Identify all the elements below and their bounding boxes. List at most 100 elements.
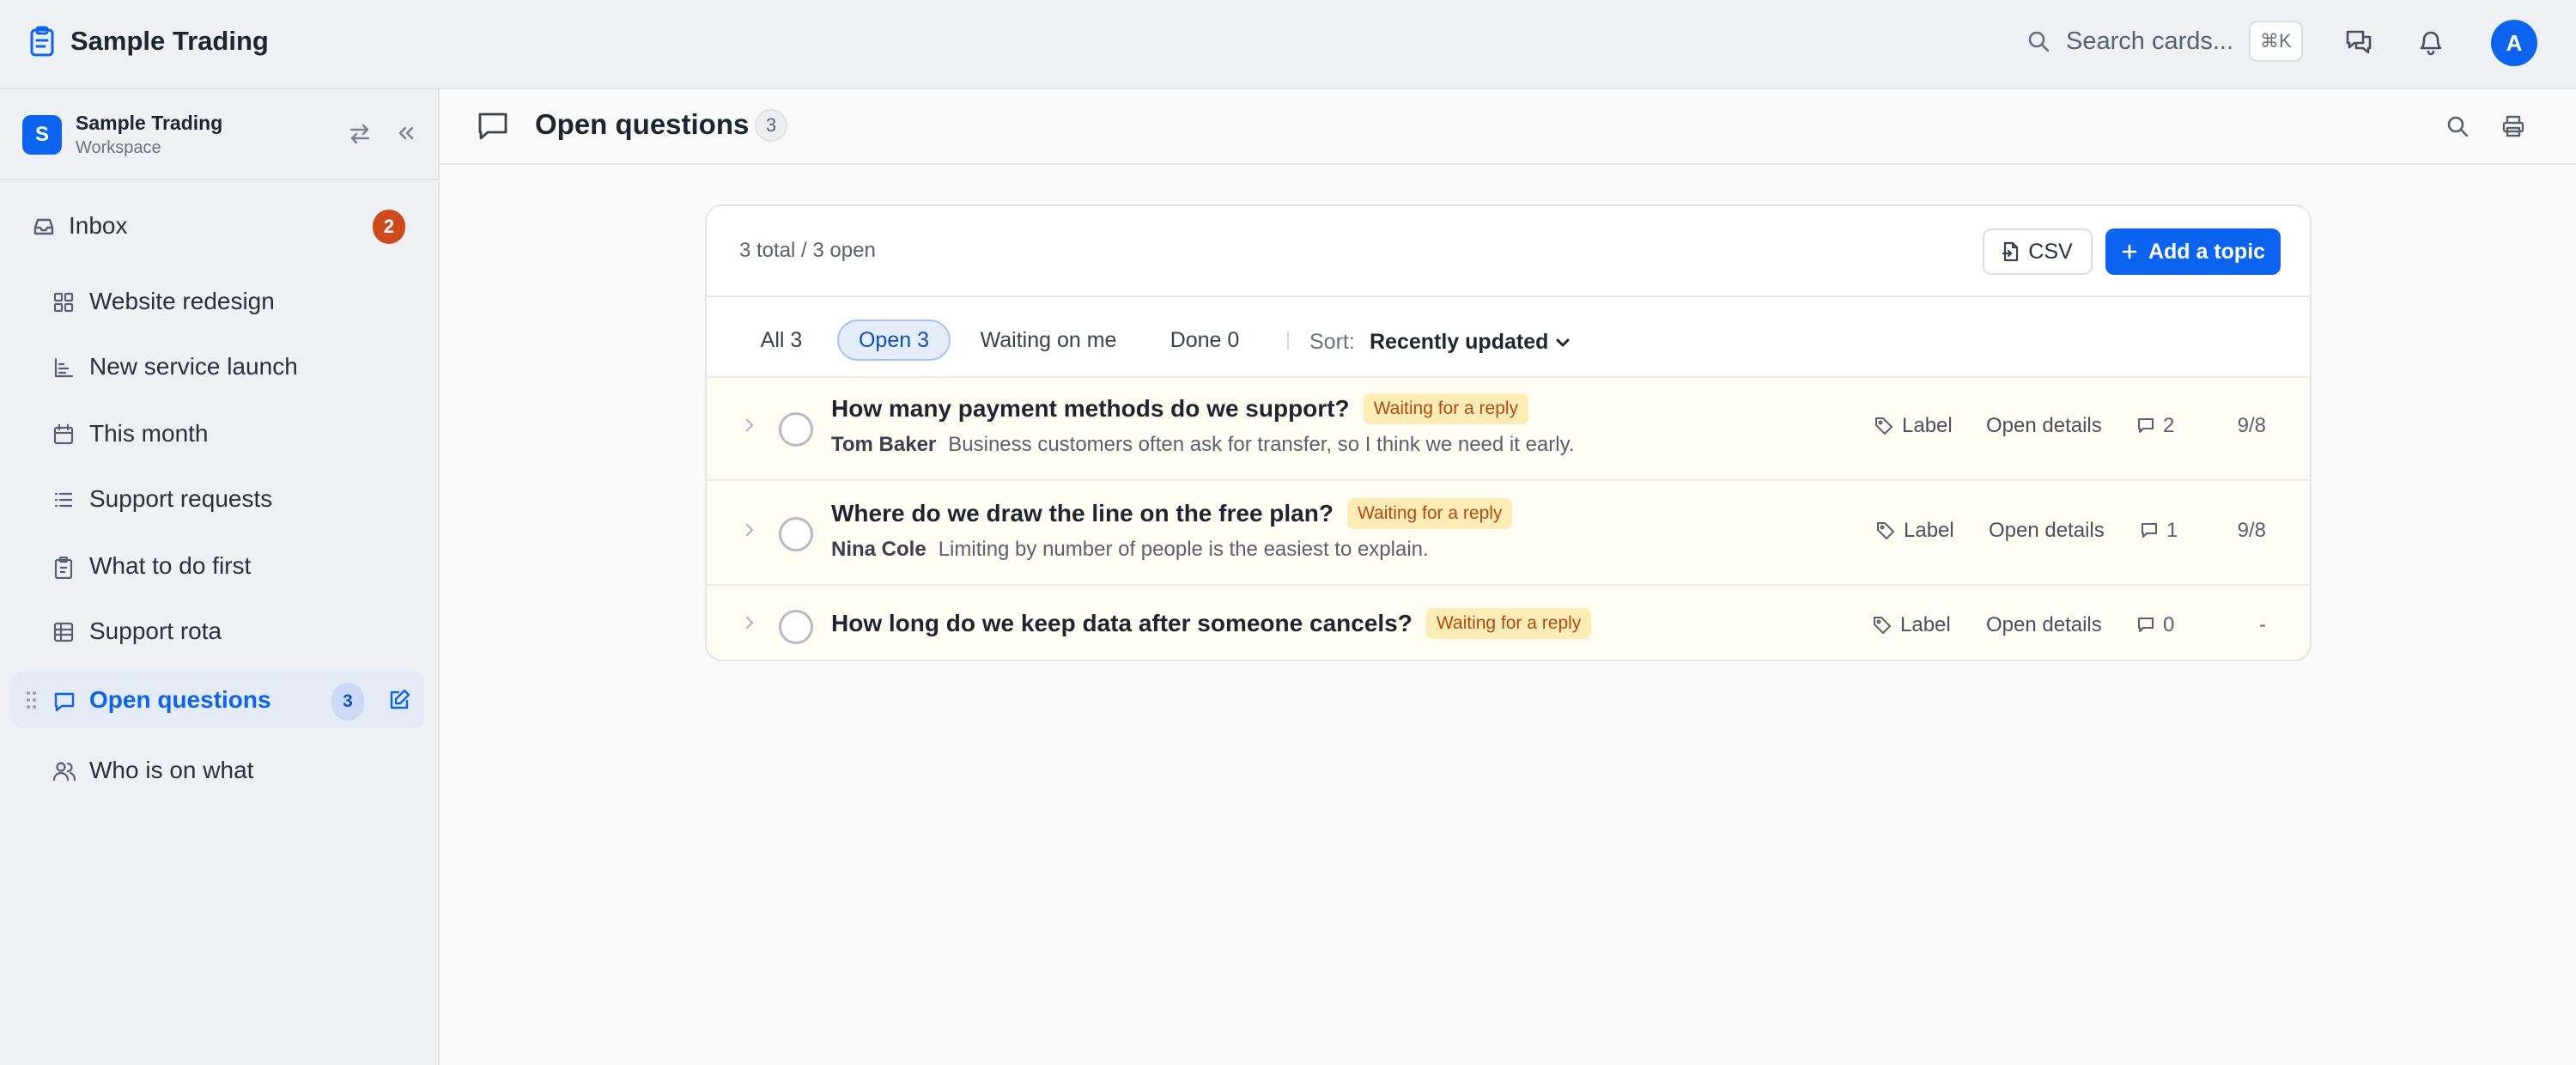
comment-count[interactable]: 1 (2141, 519, 2178, 543)
chevron-right-icon[interactable] (744, 615, 755, 630)
switch-workspace-icon[interactable] (349, 124, 371, 144)
bell-icon[interactable] (2417, 27, 2445, 57)
status-badge: Waiting for a reply (1425, 608, 1592, 639)
question-excerpt: Nina Cole Limiting by number of people is… (831, 538, 1429, 562)
label-button[interactable]: Label (1874, 414, 1953, 438)
author-name: Nina Cole (831, 538, 927, 561)
question-row[interactable]: How long do we keep data after someone c… (707, 584, 2310, 660)
sidebar-item-label: Inbox (69, 212, 128, 239)
sidebar-item-label: What to do first (89, 552, 252, 579)
sidebar-item-label: Support rota (89, 618, 222, 644)
app-brand[interactable]: Sample Trading (29, 26, 269, 57)
csv-export-button[interactable]: CSV (1983, 228, 2093, 275)
grid-icon (53, 292, 74, 313)
question-title[interactable]: Where do we draw the line on the free pl… (831, 500, 1334, 527)
status-badge: Waiting for a reply (1346, 498, 1513, 529)
clipboard-icon (29, 26, 55, 57)
search-icon (2026, 29, 2050, 53)
sidebar-item-label: Who is on what (89, 757, 254, 783)
messages-icon[interactable] (2344, 27, 2373, 57)
sidebar-item-label: Website redesign (89, 288, 275, 314)
open-details-link[interactable]: Open details (1986, 613, 2102, 637)
comment-count[interactable]: 0 (2137, 613, 2174, 637)
filter-tab-open[interactable]: Open 3 (837, 320, 951, 361)
search-bar[interactable]: Search cards... ⌘K (2026, 21, 2303, 62)
filter-tab-waiting-on-me[interactable]: Waiting on me (971, 320, 1126, 361)
sort-dropdown[interactable]: Recently updated (1370, 330, 1571, 355)
question-title[interactable]: How many payment methods do we support? (831, 395, 1350, 423)
author-name: Tom Baker (831, 433, 937, 456)
updated-date: 9/8 (2237, 519, 2266, 542)
tag-icon (1873, 616, 1892, 635)
resolve-checkbox[interactable] (779, 517, 813, 551)
users-icon (53, 761, 76, 782)
question-row[interactable]: Where do we draw the line on the free pl… (707, 479, 2310, 584)
sidebar: S Sample Trading Workspace Inbox 2 Websi… (0, 89, 440, 1065)
edit-icon[interactable] (388, 689, 410, 711)
sidebar-item-website-redesign[interactable]: Website redesign (12, 273, 424, 330)
filter-tab-done[interactable]: Done 0 (1145, 320, 1265, 361)
updated-date: - (2259, 613, 2266, 636)
label-button[interactable]: Label (1873, 613, 1951, 637)
open-questions-count-badge: 3 (331, 683, 364, 721)
workspace-switcher[interactable]: S Sample Trading Workspace (22, 112, 222, 158)
plus-icon (2121, 243, 2138, 260)
add-topic-button[interactable]: Add a topic (2105, 228, 2281, 275)
search-shortcut: ⌘K (2249, 21, 2303, 62)
calendar-icon (53, 424, 74, 445)
inbox-icon (33, 216, 55, 237)
comment-icon (2137, 417, 2154, 435)
search-icon[interactable] (2445, 114, 2470, 138)
sidebar-item-support-requests[interactable]: Support requests (12, 471, 424, 527)
resolve-checkbox[interactable] (779, 610, 813, 644)
sidebar-item-new-service-launch[interactable]: New service launch (12, 338, 424, 395)
collapse-sidebar-icon[interactable] (397, 124, 416, 143)
page-title: Open questions (535, 108, 750, 140)
open-details-link[interactable]: Open details (1989, 519, 2105, 543)
filter-tab-all[interactable]: All 3 (743, 320, 820, 361)
questions-card: 3 total / 3 open CSV Add a topic All 3 O… (705, 204, 2312, 661)
user-avatar[interactable]: A (2491, 20, 2537, 66)
list-icon (53, 490, 74, 510)
open-details-link[interactable]: Open details (1986, 414, 2102, 438)
comment-count[interactable]: 2 (2137, 414, 2174, 438)
top-bar: Sample Trading Search cards... ⌘K A (0, 0, 2576, 89)
label-text: Label (1902, 414, 1953, 437)
file-export-icon (2002, 241, 2020, 262)
print-icon[interactable] (2501, 114, 2525, 138)
sidebar-item-this-month[interactable]: This month (12, 405, 424, 462)
sidebar-item-open-questions[interactable]: Open questions 3 (12, 672, 424, 728)
comment-count-text: 1 (2166, 519, 2178, 542)
card-toolbar: 3 total / 3 open CSV Add a topic (707, 206, 2310, 297)
chat-icon (53, 691, 76, 713)
bar-chart-icon (53, 357, 74, 378)
sidebar-item-who-is-on-what[interactable]: Who is on what (12, 742, 424, 799)
page-count-badge: 3 (755, 109, 787, 142)
sidebar-item-label: This month (89, 420, 209, 447)
comment-icon (2141, 522, 2158, 539)
sort-label: Sort: (1309, 330, 1355, 354)
comment-count-text: 2 (2163, 414, 2175, 437)
sidebar-divider (0, 179, 438, 180)
clipboard-icon (53, 557, 74, 579)
chevron-down-icon (1555, 337, 1571, 349)
question-row[interactable]: How many payment methods do we support? … (707, 376, 2310, 479)
app-title: Sample Trading (70, 26, 269, 56)
question-title-line: Where do we draw the line on the free pl… (831, 498, 1513, 529)
sidebar-item-support-rota[interactable]: Support rota (12, 603, 424, 660)
resolve-checkbox[interactable] (779, 412, 813, 447)
inbox-count-badge: 2 (373, 210, 405, 244)
label-button[interactable]: Label (1876, 519, 1954, 543)
chevron-right-icon[interactable] (744, 417, 755, 433)
sidebar-item-inbox[interactable]: Inbox 2 (12, 198, 424, 254)
workspace-subtitle: Workspace (76, 138, 161, 157)
search-placeholder[interactable]: Search cards... (2066, 27, 2233, 56)
filter-separator (1287, 332, 1289, 350)
csv-label: CSV (2028, 239, 2073, 264)
chevron-right-icon[interactable] (744, 522, 755, 538)
sidebar-item-what-to-do-first[interactable]: What to do first (12, 538, 424, 594)
tag-icon (1874, 417, 1893, 435)
workspace-name: Sample Trading (76, 112, 223, 134)
question-title[interactable]: How long do we keep data after someone c… (831, 610, 1413, 637)
drag-handle-icon[interactable] (26, 691, 38, 709)
